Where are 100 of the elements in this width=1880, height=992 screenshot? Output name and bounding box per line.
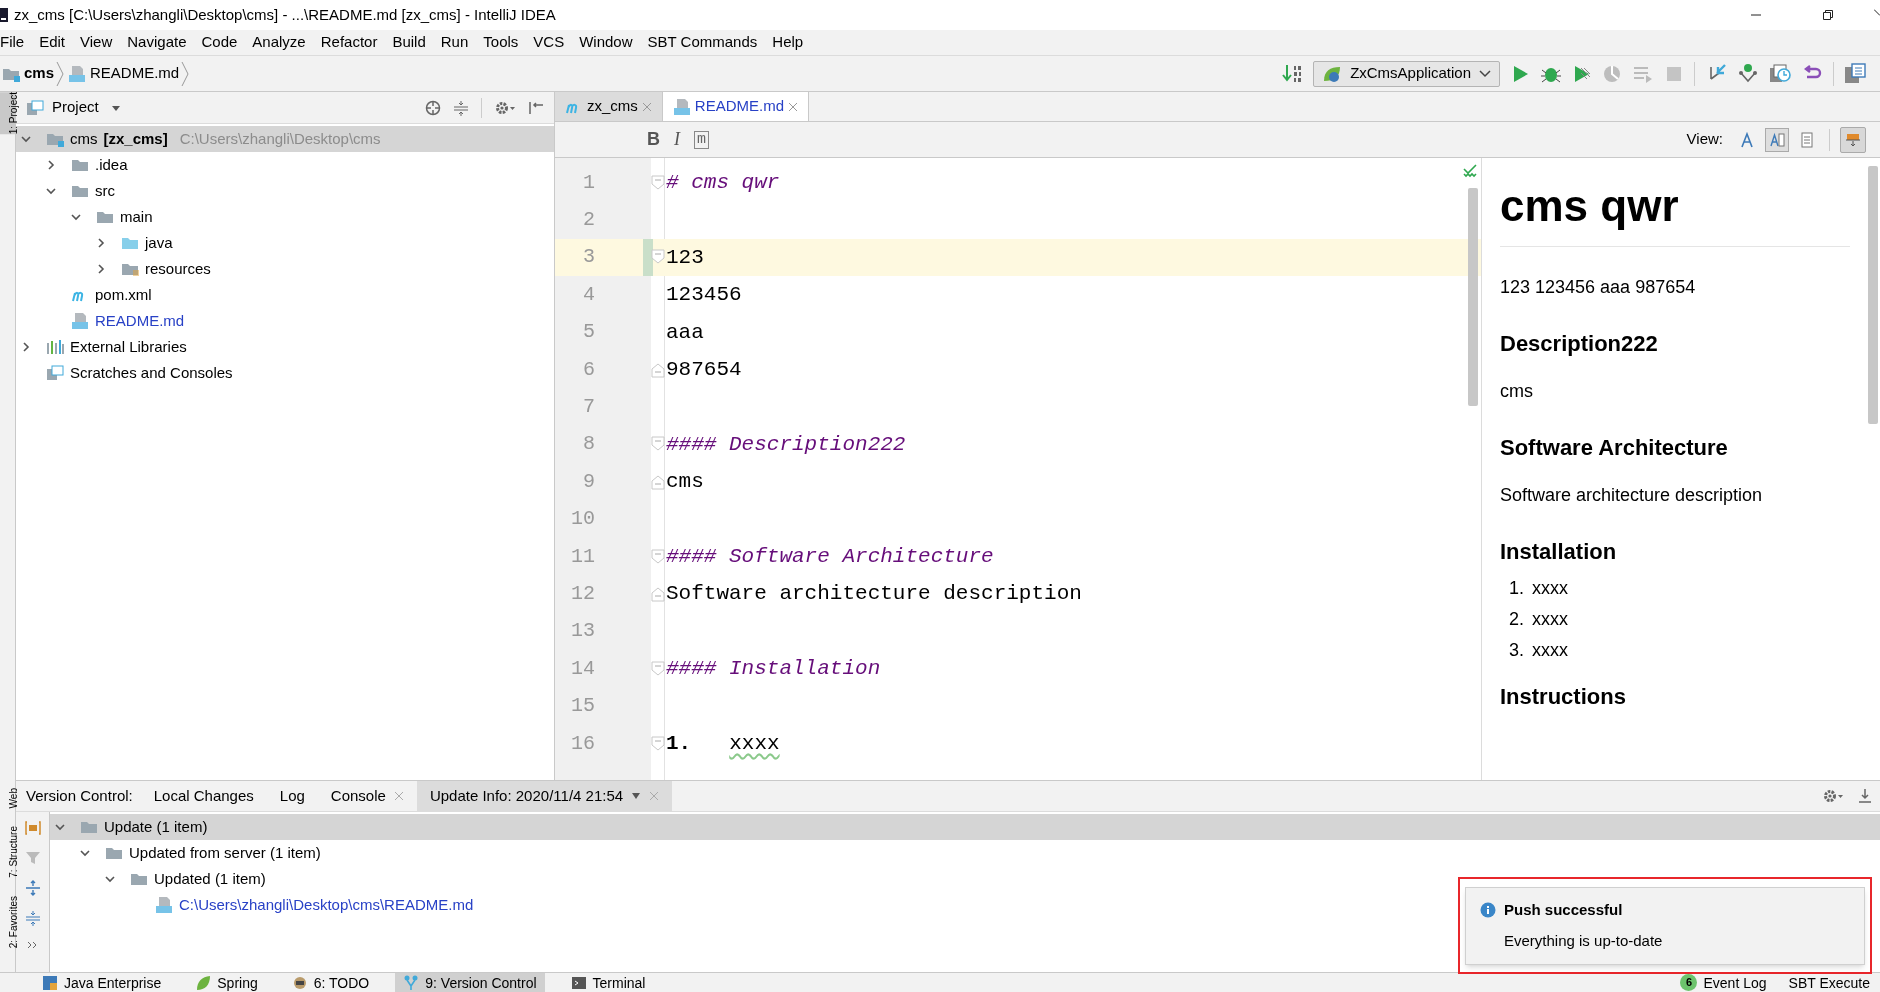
tool-tab[interactable]: Console [317,781,417,811]
bold-button[interactable]: B [647,126,660,153]
sort-icon[interactable] [1281,62,1304,85]
tree-row[interactable]: Scratches and Consoles [16,360,237,386]
fold-marker-icon[interactable] [651,473,665,490]
folder-icon [130,871,148,887]
tree-row[interactable]: src [16,178,119,204]
italic-button[interactable]: I [674,126,680,153]
menu-item[interactable]: View [80,31,113,54]
tree-row[interactable]: README.md [16,308,189,334]
close-icon[interactable] [641,101,652,112]
tree-row[interactable]: main [16,204,157,230]
tool-window-tab[interactable]: 7: Structure [0,826,16,878]
commit-icon[interactable] [1737,62,1759,85]
chevron-right-icon[interactable] [45,159,57,171]
settings-icon[interactable] [494,99,516,116]
tree-row[interactable]: Updated from server (1 item) [50,840,325,866]
menu-item[interactable]: Run [440,31,469,54]
collapse-all-icon[interactable] [24,910,41,926]
line-number: 14 [570,655,595,682]
tool-window-button[interactable]: 6: TODO [283,973,378,992]
panel-title[interactable]: Project [52,96,99,119]
menu-item[interactable]: Refactor [320,31,378,54]
tree-row[interactable]: java [16,230,177,256]
menu-item[interactable]: Edit [39,31,66,54]
expand-all-icon[interactable] [24,880,41,896]
settings-icon[interactable] [1822,788,1844,804]
caret-icon[interactable] [110,103,121,112]
resources-folder-icon [121,261,139,277]
hide-panel-icon[interactable] [528,99,544,116]
tree-row[interactable]: C:\Users\zhangli\Desktop\cms\README.md [50,892,478,918]
check-icon [1463,164,1477,178]
menu-item[interactable]: Code [201,31,238,54]
tree-row[interactable]: cms [zx_cms] C:\Users\zhangli\Desktop\cms [16,126,554,152]
status-item[interactable]: Event Log [1703,974,1767,991]
module-folder-icon [46,131,64,147]
breadcrumb-item[interactable]: README.md [90,62,180,85]
history-icon[interactable] [1769,62,1791,85]
scrollbar[interactable] [1468,188,1478,406]
tree-row[interactable]: External Libraries [16,334,191,360]
menu-item[interactable]: Analyze [252,31,306,54]
fold-marker-icon[interactable] [651,361,665,378]
menu-item[interactable]: File [0,31,25,54]
view-mode-button[interactable] [1765,127,1789,152]
menu-item[interactable]: VCS [533,31,565,54]
close-icon[interactable] [393,791,404,801]
chevron-down-icon[interactable] [104,873,116,885]
chevron-right-icon[interactable] [20,341,32,353]
fold-marker-icon[interactable] [651,660,665,677]
project-structure-icon[interactable] [1844,62,1866,85]
chevron-right-icon[interactable] [95,237,107,249]
tree-row[interactable]: resources [16,256,215,282]
tool-window-tab[interactable]: 2: Favorites [0,895,16,948]
target-icon[interactable] [425,99,441,116]
run-config-dropdown[interactable]: ZxCmsApplication [1313,60,1500,87]
menu-item[interactable]: Help [772,31,804,54]
menu-item[interactable]: SBT Commands [647,31,758,54]
close-icon[interactable] [788,101,799,112]
tree-row[interactable]: Update (1 item) [50,814,1880,840]
fold-marker-icon[interactable] [651,735,665,752]
monospace-button[interactable]: m [694,130,709,149]
menu-item[interactable]: Build [392,31,426,54]
menu-item[interactable]: Navigate [127,31,187,54]
fold-marker-icon[interactable] [651,249,665,266]
fold-marker-icon[interactable] [651,548,665,565]
tree-row[interactable]: pom.xml [16,282,156,308]
tool-tab[interactable]: Log [266,781,318,811]
breadcrumb-item[interactable]: cms [24,62,55,85]
tool-tab[interactable]: Update Info: 2020/11/4 21:54 [416,781,673,811]
status-item[interactable]: SBT Execute [1788,974,1870,991]
caret-icon[interactable] [631,792,642,800]
tree-row[interactable]: Updated (1 item) [50,866,270,892]
tool-window-button[interactable]: Terminal [562,973,654,992]
layout-toggle-button[interactable] [1840,126,1866,153]
tree-item-label: External Libraries [70,336,187,357]
download-icon[interactable] [1858,788,1872,804]
tool-window-button[interactable]: Spring [187,973,266,992]
chevron-down-icon[interactable] [20,133,32,145]
fold-marker-icon[interactable] [651,436,665,453]
editor-tab[interactable]: README.md [662,92,810,121]
menu-item[interactable]: Tools [483,31,519,54]
chevron-down-icon[interactable] [79,847,91,859]
chevron-right-icon[interactable] [95,263,107,275]
folder-update-icon[interactable] [23,820,42,836]
tree-row[interactable]: .idea [16,152,132,178]
coverage-icon[interactable] [1572,63,1592,84]
tool-tab[interactable]: Local Changes [140,781,267,811]
fold-marker-icon[interactable] [651,174,665,191]
more-icon[interactable] [26,940,39,950]
chevron-down-icon[interactable] [54,821,66,833]
fold-marker-icon[interactable] [651,586,665,602]
chevron-down-icon[interactable] [70,211,82,223]
chevron-down-icon[interactable] [45,185,57,197]
editor-tab[interactable]: zx_cms [555,92,663,121]
collapse-all-icon[interactable] [453,99,469,116]
menu-item[interactable]: Window [579,31,633,54]
tool-window-tab[interactable]: Web [0,787,16,809]
tool-window-button[interactable]: 9: Version Control [395,973,545,992]
scrollbar[interactable] [1868,166,1878,424]
tool-window-button[interactable]: Java Enterprise [34,973,170,992]
